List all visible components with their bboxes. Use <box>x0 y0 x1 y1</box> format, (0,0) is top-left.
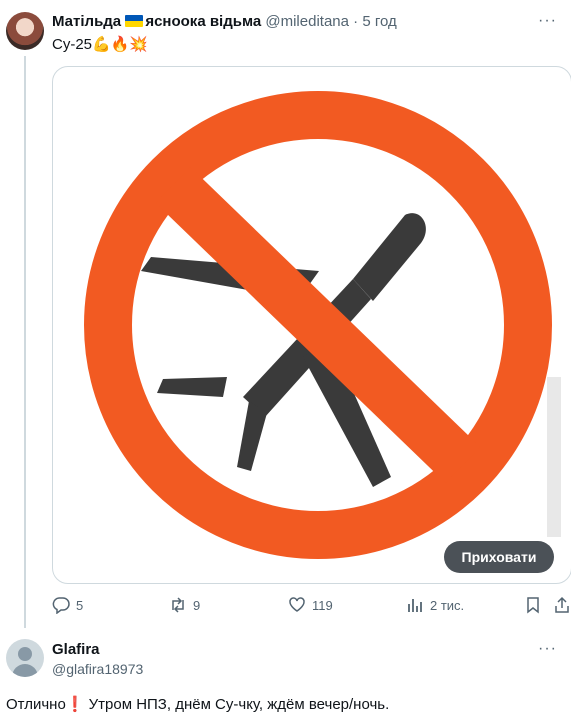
no-planes-sign-icon <box>84 91 552 559</box>
author-handle[interactable]: @glafira18973 <box>52 661 143 677</box>
bookmark-button[interactable] <box>524 596 542 614</box>
avatar-default[interactable] <box>6 639 44 677</box>
ukraine-flag-icon <box>125 15 144 27</box>
author-handle[interactable]: @mileditana <box>265 13 349 30</box>
flexed-biceps-emoji-icon: 💪 <box>92 36 111 53</box>
tweet-text: Су-25💪🔥💥 <box>52 36 149 53</box>
thread-connector-line <box>24 56 26 628</box>
heart-icon <box>289 597 305 612</box>
tweet-time[interactable]: · 5 год <box>353 13 397 30</box>
watermark-strip <box>547 377 561 537</box>
retweet-icon <box>172 597 184 613</box>
airplane-icon <box>141 213 426 487</box>
views-chart-icon <box>408 599 422 612</box>
hide-media-button[interactable]: Приховати <box>444 541 554 573</box>
avatar[interactable] <box>6 12 44 50</box>
reply-count: 5 <box>76 597 84 613</box>
tweet-media-image[interactable] <box>52 66 571 584</box>
like-count: 119 <box>312 597 333 613</box>
share-button[interactable] <box>553 596 571 614</box>
tweet-text: Отлично❗ Утром НПЗ, днём Су-чку, ждём ве… <box>6 696 390 713</box>
share-icon <box>555 596 569 613</box>
collision-emoji-icon: 💥 <box>129 36 149 53</box>
views-button[interactable]: 2 тис. <box>406 596 464 614</box>
like-button[interactable]: 119 <box>288 596 333 614</box>
fire-emoji-icon: 🔥 <box>110 36 130 53</box>
author-name[interactable]: Матільда ясноока відьма <box>52 13 261 30</box>
views-count: 2 тис. <box>430 597 465 613</box>
reply-button[interactable]: 5 <box>52 596 83 614</box>
more-options-icon[interactable]: ··· <box>538 640 557 658</box>
bookmark-icon <box>527 597 539 614</box>
tweet-actions-bar: 5 9 119 2 тис. <box>52 596 571 618</box>
tweet-header: Матільда ясноока відьма @mileditana · 5 … <box>52 13 397 30</box>
author-name[interactable]: Glafira <box>52 641 100 658</box>
reply-icon <box>52 597 70 614</box>
retweet-count: 9 <box>193 597 201 613</box>
more-options-icon[interactable]: ··· <box>538 12 557 30</box>
retweet-button[interactable]: 9 <box>169 596 200 614</box>
